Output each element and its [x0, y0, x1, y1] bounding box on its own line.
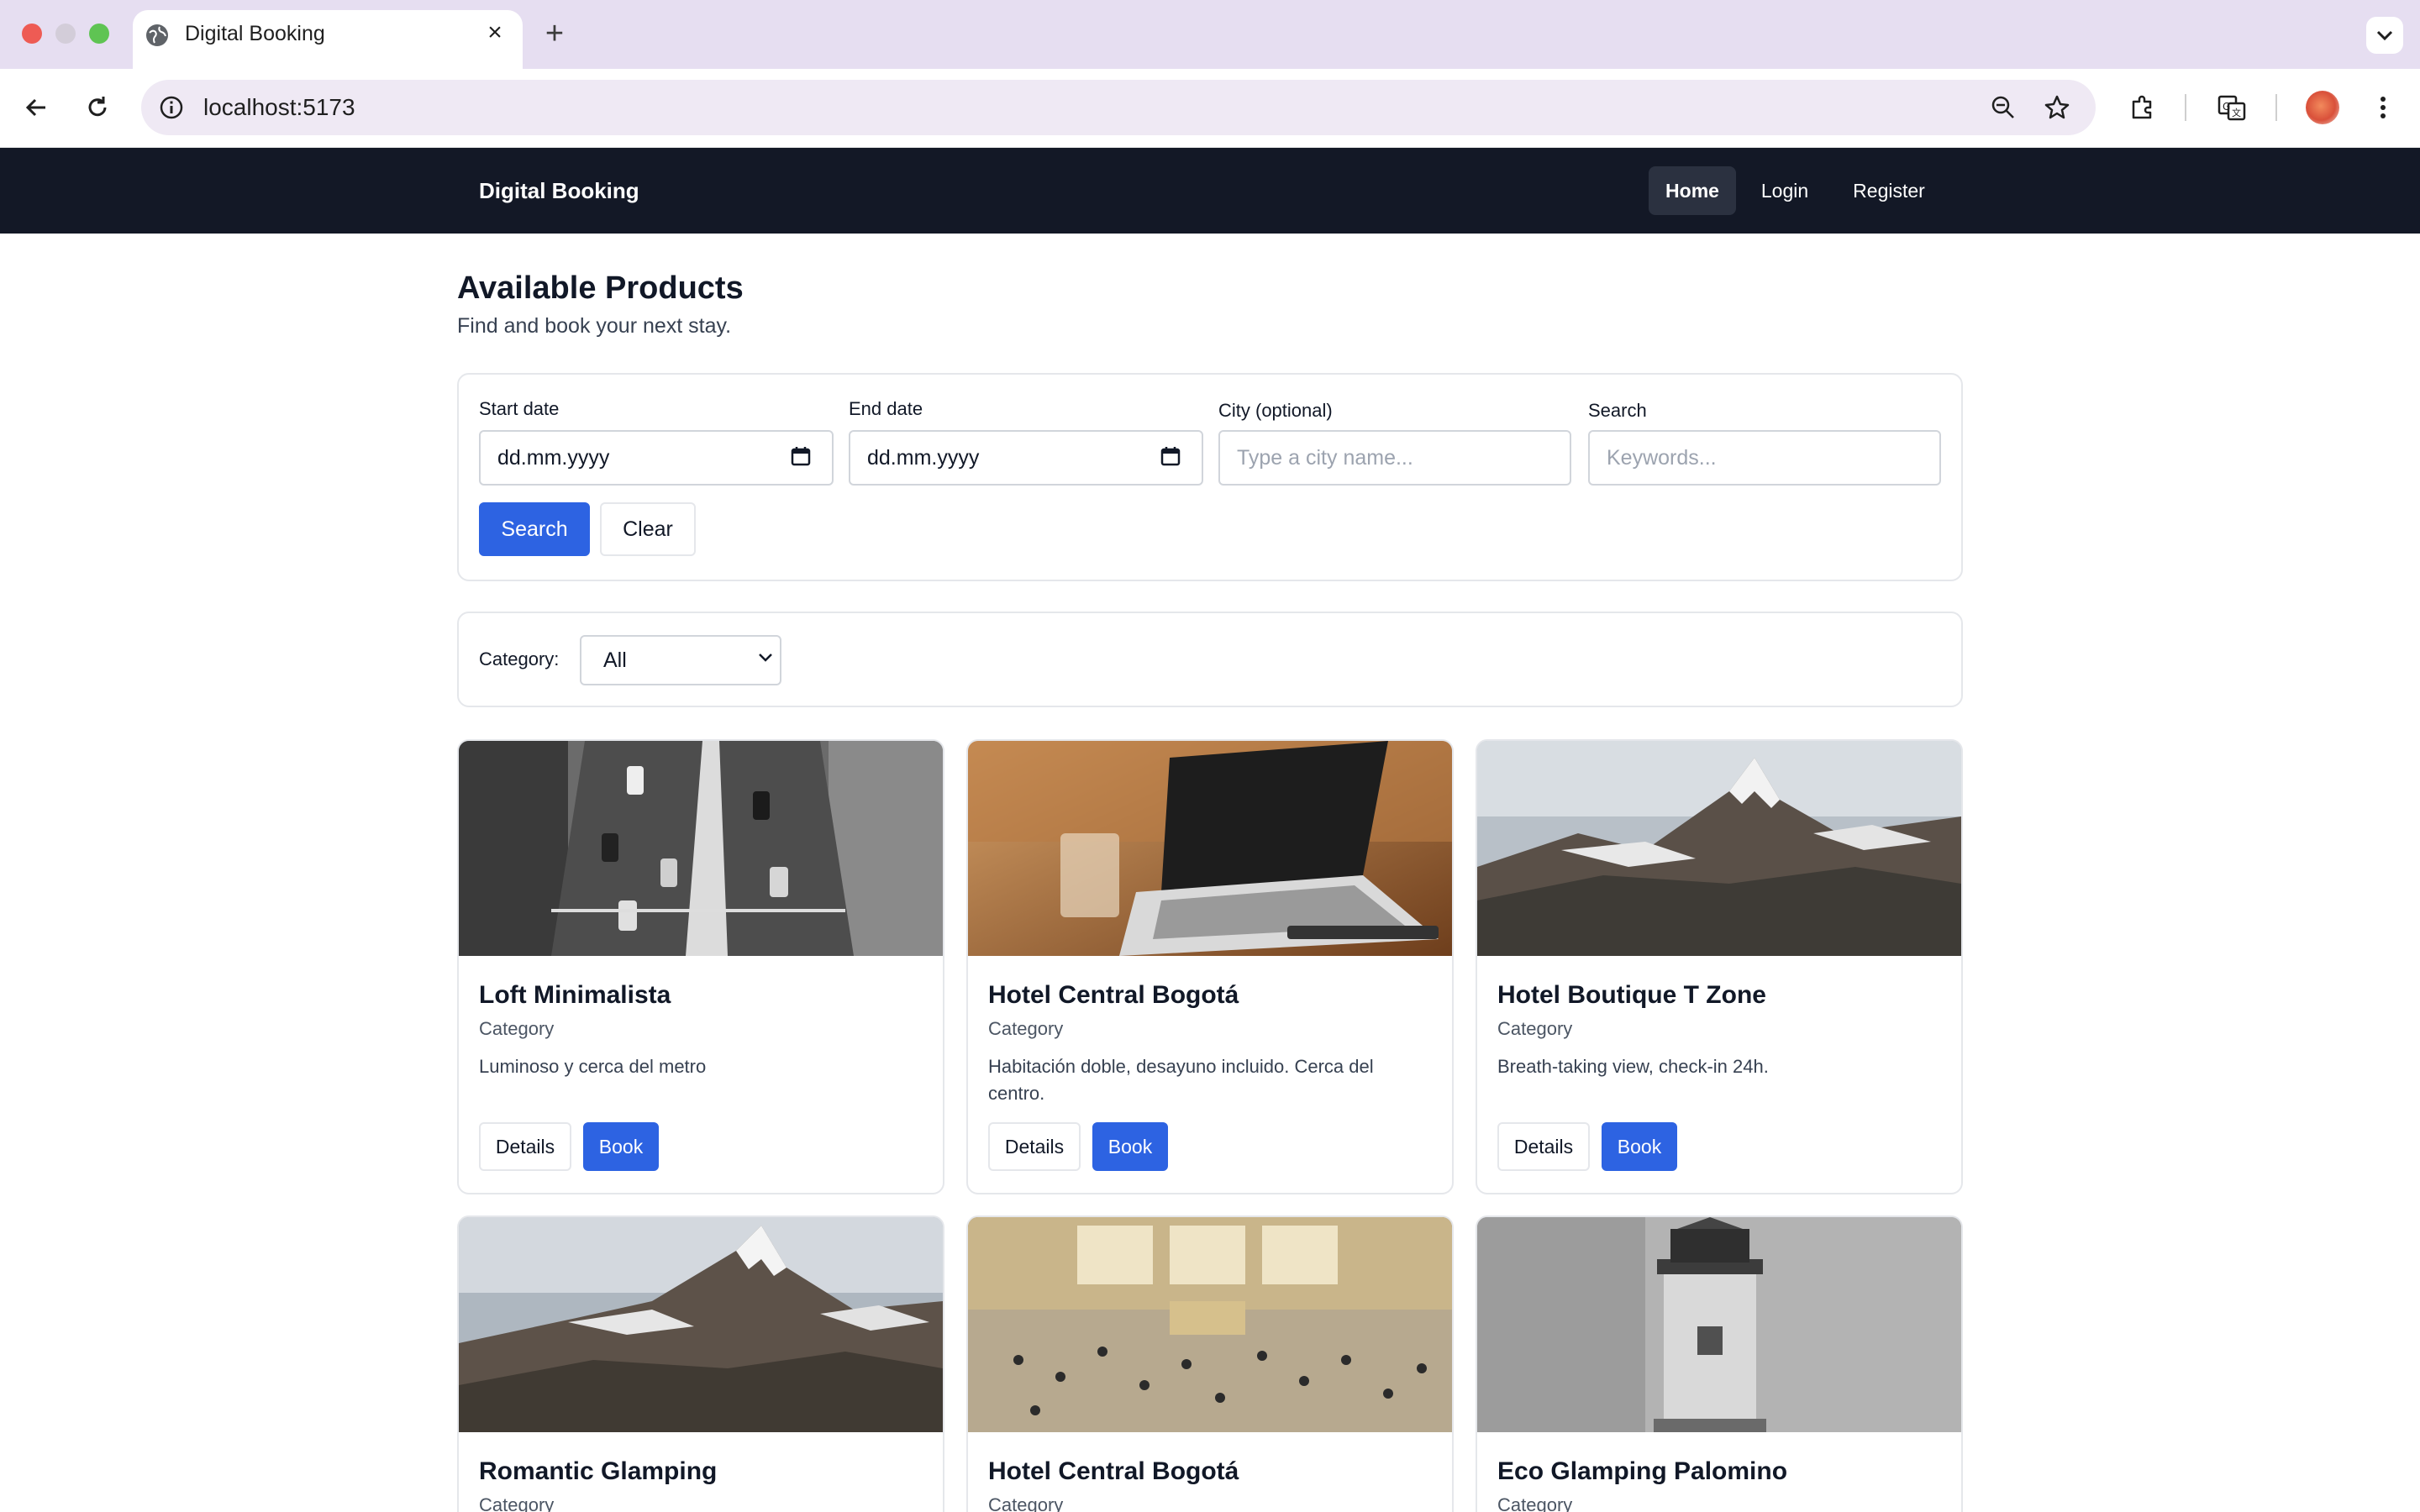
browser-menu-icon[interactable] [2366, 91, 2400, 124]
product-category: Category [988, 1494, 1064, 1512]
book-button[interactable]: Book [1092, 1122, 1168, 1171]
nav-link-login[interactable]: Login [1748, 166, 1822, 215]
bookmark-star-icon[interactable] [2040, 91, 2074, 124]
product-image [968, 741, 1452, 956]
svg-text:G: G [2223, 101, 2230, 113]
brand-logo-text[interactable]: Digital Booking [479, 178, 639, 204]
product-name[interactable]: Hotel Boutique T Zone [1497, 981, 1766, 1010]
end-date-label: End date [849, 398, 923, 419]
product-image [968, 1217, 1452, 1432]
zoom-out-icon[interactable] [1986, 91, 2020, 124]
start-date-label: Start date [479, 398, 560, 419]
profile-avatar[interactable] [2306, 91, 2339, 124]
product-category: Category [479, 1018, 555, 1039]
tab-search-button[interactable] [2366, 17, 2403, 54]
nav-link-register[interactable]: Register [1839, 166, 1939, 215]
product-card: Eco Glamping Palomino Category [1476, 1215, 1963, 1512]
window-minimize-button[interactable] [55, 24, 76, 44]
url-text: localhost:5173 [203, 94, 355, 120]
product-card: Romantic Glamping Category [457, 1215, 944, 1512]
reload-icon[interactable] [81, 91, 114, 124]
product-description: Habitación doble, desayuno incluido. Cer… [988, 1056, 1374, 1104]
calendar-icon[interactable] [790, 445, 812, 467]
product-category: Category [1497, 1018, 1573, 1039]
category-filter-label: Category: [479, 648, 560, 669]
product-name[interactable]: Romantic Glamping [479, 1457, 717, 1486]
window-maximize-button[interactable] [89, 24, 109, 44]
product-card: Hotel Boutique T Zone Category Breath-ta… [1476, 739, 1963, 1194]
toolbar-divider [2185, 94, 2186, 121]
globe-icon [146, 24, 168, 46]
product-category: Category [1497, 1494, 1573, 1512]
product-name[interactable]: Loft Minimalista [479, 981, 671, 1010]
new-tab-button[interactable]: + [541, 17, 568, 50]
product-category: Category [479, 1494, 555, 1512]
product-name[interactable]: Hotel Central Bogotá [988, 1457, 1239, 1486]
city-label: City (optional) [1218, 400, 1333, 421]
back-arrow-icon[interactable] [20, 91, 54, 124]
product-card: Hotel Central Bogotá Category [966, 1215, 1454, 1512]
svg-text:文: 文 [2232, 107, 2241, 118]
translate-icon[interactable]: G 文 [2215, 91, 2249, 124]
product-image [459, 1217, 943, 1432]
address-bar[interactable] [141, 80, 2096, 135]
details-button[interactable]: Details [1497, 1122, 1590, 1171]
product-image [1477, 1217, 1961, 1432]
toolbar-divider [2275, 94, 2277, 121]
product-description: Luminoso y cerca del metro [479, 1056, 707, 1077]
category-select[interactable]: All [580, 635, 781, 685]
app-navbar [0, 148, 2420, 234]
clear-button[interactable]: Clear [600, 502, 696, 556]
product-name[interactable]: Hotel Central Bogotá [988, 981, 1239, 1010]
chevron-down-icon [759, 654, 772, 662]
product-description: Breath-taking view, check-in 24h. [1497, 1056, 1769, 1077]
city-input[interactable]: Type a city name... [1218, 430, 1571, 486]
product-card: Hotel Central Bogotá Category Habitación… [966, 739, 1454, 1194]
product-image [459, 741, 943, 956]
keywords-input[interactable]: Keywords... [1588, 430, 1941, 486]
product-image [1477, 741, 1961, 956]
product-category: Category [988, 1018, 1064, 1039]
book-button[interactable]: Book [1602, 1122, 1677, 1171]
extensions-puzzle-icon[interactable] [2126, 91, 2160, 124]
end-date-input[interactable]: dd.mm.yyyy [849, 430, 1203, 486]
page-title: Available Products [457, 270, 744, 306]
details-button[interactable]: Details [988, 1122, 1081, 1171]
tab-close-icon[interactable]: × [482, 20, 508, 45]
nav-link-home[interactable]: Home [1649, 166, 1736, 215]
details-button[interactable]: Details [479, 1122, 571, 1171]
calendar-icon[interactable] [1160, 445, 1181, 467]
site-info-icon[interactable] [155, 91, 188, 124]
window-close-button[interactable] [22, 24, 42, 44]
product-card: Loft Minimalista Category Luminoso y cer… [457, 739, 944, 1194]
start-date-input[interactable]: dd.mm.yyyy [479, 430, 834, 486]
product-name[interactable]: Eco Glamping Palomino [1497, 1457, 1787, 1486]
book-button[interactable]: Book [583, 1122, 659, 1171]
tab-title: Digital Booking [185, 22, 325, 45]
keywords-label: Search [1588, 400, 1647, 421]
page-subtitle: Find and book your next stay. [457, 314, 732, 338]
chevron-down-icon [2376, 30, 2393, 41]
search-button[interactable]: Search [479, 502, 590, 556]
